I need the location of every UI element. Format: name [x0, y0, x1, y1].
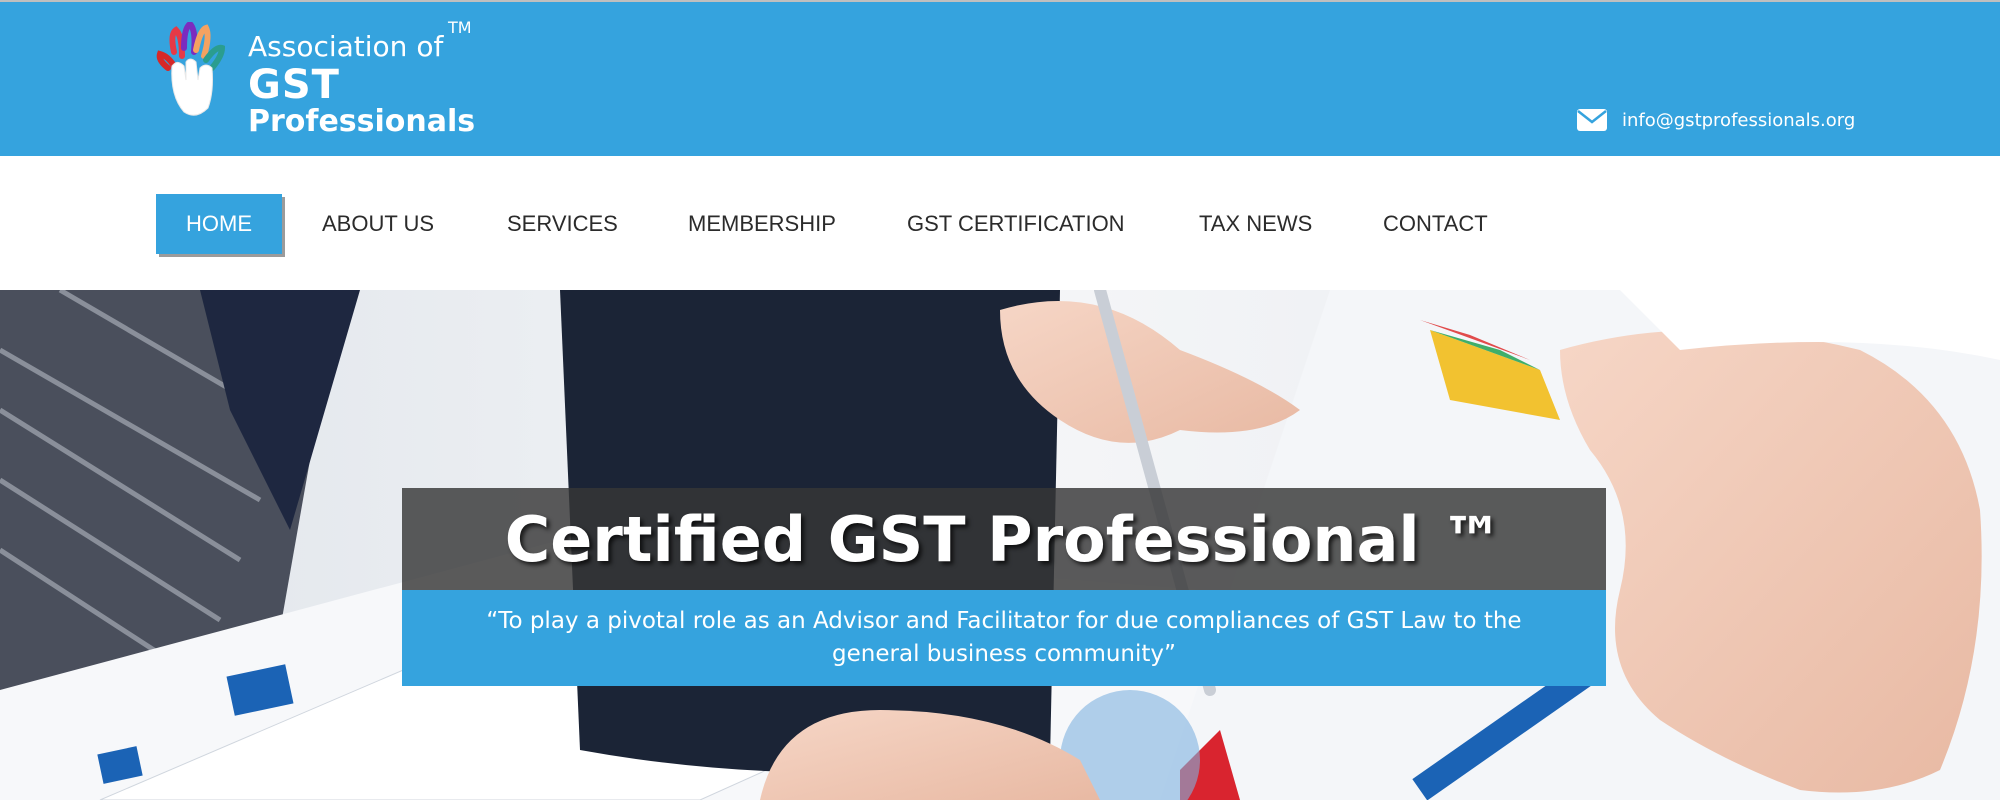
nav-item-tax-news[interactable]: TAX NEWS — [1199, 194, 1312, 254]
hand-logo-icon — [156, 22, 226, 116]
logo-text-professionals: Professionals — [248, 104, 476, 139]
site-logo[interactable]: Association of TM GST Professionals — [156, 18, 476, 139]
hero-title-box: Certified GST Professional ™ — [402, 488, 1606, 590]
nav-item-membership[interactable]: MEMBERSHIP — [688, 194, 836, 254]
email-link[interactable]: info@gstprofessionals.org — [1576, 106, 1855, 134]
email-address: info@gstprofessionals.org — [1622, 109, 1856, 131]
hero-subtitle-box: “To play a pivotal role as an Advisor an… — [402, 590, 1606, 686]
nav-item-gst-certification[interactable]: GST CERTIFICATION — [907, 194, 1125, 254]
main-navigation: HOME ABOUT US SERVICES MEMBERSHIP GST CE… — [0, 156, 2000, 290]
hero-title: Certified GST Professional ™ — [504, 502, 1504, 576]
hero-subtitle: “To play a pivotal role as an Advisor an… — [486, 608, 1522, 667]
logo-text-association: Association of — [248, 30, 444, 63]
nav-item-about-us[interactable]: ABOUT US — [322, 194, 434, 254]
nav-item-home[interactable]: HOME — [156, 194, 282, 254]
logo-trademark: TM — [448, 18, 472, 37]
nav-item-contact[interactable]: CONTACT — [1383, 194, 1488, 254]
site-header: Association of TM GST Professionals info… — [0, 0, 2000, 156]
logo-text-gst: GST — [248, 62, 340, 108]
nav-item-services[interactable]: SERVICES — [507, 194, 618, 254]
envelope-icon — [1577, 109, 1607, 131]
